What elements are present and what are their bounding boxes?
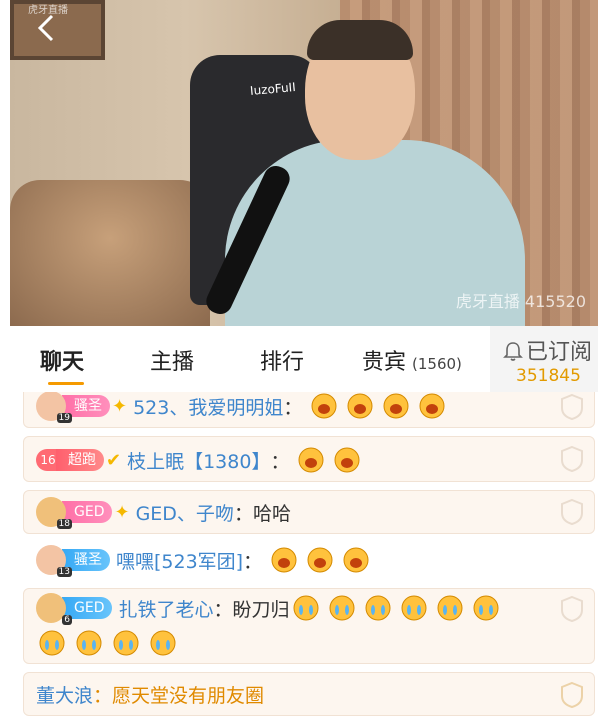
tab-host-label: 主播: [150, 350, 195, 375]
emoji-icon: [149, 629, 177, 657]
fan-badge: 超跑: [56, 449, 104, 471]
emoji-icon: [382, 392, 410, 420]
subscribe-label: 已订阅: [526, 340, 593, 365]
chat-message: 19 骚圣 ✦ 523、我爱明明姐 ：: [23, 392, 595, 428]
chat-text: 哈哈: [252, 502, 291, 525]
emoji-icon: [328, 594, 356, 622]
subscribe-button[interactable]: 已订阅 351845: [490, 326, 598, 392]
emperor-badge-icon: [561, 681, 583, 709]
back-arrow-icon: [37, 14, 54, 42]
emoji-icon: [342, 546, 370, 574]
chat-username[interactable]: 董大浪: [36, 681, 93, 708]
tab-vip[interactable]: 贵宾 (1560): [362, 344, 462, 376]
chat-text: 盼刀归: [232, 598, 290, 621]
emoji-icon: [346, 392, 374, 420]
user-avatar: 18: [36, 497, 72, 529]
chat-message: 18 GED ✦ GED、子吻 ： 哈哈: [23, 490, 595, 534]
live-video[interactable]: IuzoFuII 虎牙直播 虎牙直播 415520: [10, 0, 598, 326]
chat-username[interactable]: 枝上眠【1380】: [127, 447, 270, 474]
user-avatar: 13: [36, 545, 72, 577]
sword-badge-icon: [561, 595, 583, 623]
emoji-icon: [292, 594, 320, 622]
chat-message: 6 GED 扎铁了老心 ： 盼刀归: [23, 588, 595, 664]
tab-chat[interactable]: 聊天: [40, 344, 85, 385]
back-button[interactable]: [26, 8, 66, 48]
emoji-icon: [112, 629, 140, 657]
chat-username[interactable]: 523、我爱明明姐: [133, 393, 283, 420]
wing-icon: ✦: [112, 395, 128, 417]
chat-username[interactable]: 嘿嘿[523军团]: [116, 547, 243, 574]
emoji-icon: [333, 446, 361, 474]
active-tab-indicator: [48, 382, 84, 385]
sword-badge-icon: [561, 498, 583, 526]
emoji-icon: [310, 392, 338, 420]
chat-message: 董大浪 ： 愿天堂没有朋友圈: [23, 672, 595, 716]
emoji-icon: [364, 594, 392, 622]
emoji-icon: [436, 594, 464, 622]
emoji-icon: [400, 594, 428, 622]
tab-bar: 聊天 主播 排行 贵宾 (1560) 已订阅 351845: [10, 326, 598, 393]
vip-count: (1560): [412, 355, 462, 373]
chat-username[interactable]: 扎铁了老心: [118, 595, 213, 622]
chat-message: 16 超跑 ✔ 枝上眠【1380】 ：: [23, 436, 595, 482]
tab-rank-label: 排行: [260, 350, 305, 375]
sword-badge-icon: [561, 393, 583, 421]
user-avatar: 6: [36, 593, 72, 625]
tab-rank[interactable]: 排行: [260, 344, 304, 376]
emoji-icon: [306, 546, 334, 574]
subscriber-count: 351845: [516, 366, 581, 386]
tab-host[interactable]: 主播: [150, 344, 194, 376]
emoji-icon: [270, 546, 298, 574]
tab-vip-label: 贵宾: [362, 350, 407, 375]
chat-message: 13 骚圣 嘿嘿[523军团] ：: [23, 540, 595, 580]
emoji-icon: [38, 629, 66, 657]
chat-list[interactable]: 19 骚圣 ✦ 523、我爱明明姐 ： 16 超跑 ✔ 枝上眠【1380】 ：: [10, 392, 598, 722]
chat-username[interactable]: GED、子吻: [136, 499, 234, 526]
wing-icon: ✔: [106, 449, 122, 471]
emoji-icon: [472, 594, 500, 622]
chat-text: 愿天堂没有朋友圈: [112, 685, 265, 707]
bell-icon: [503, 342, 523, 361]
tab-chat-label: 聊天: [40, 350, 85, 375]
wing-icon: ✦: [114, 501, 130, 523]
watermark: 虎牙直播 415520: [455, 292, 586, 311]
emoji-icon: [418, 392, 446, 420]
sword-badge-icon: [561, 445, 583, 473]
user-avatar: 19: [36, 392, 72, 423]
sofa: [10, 180, 210, 326]
emoji-icon: [297, 446, 325, 474]
emoji-icon: [75, 629, 103, 657]
